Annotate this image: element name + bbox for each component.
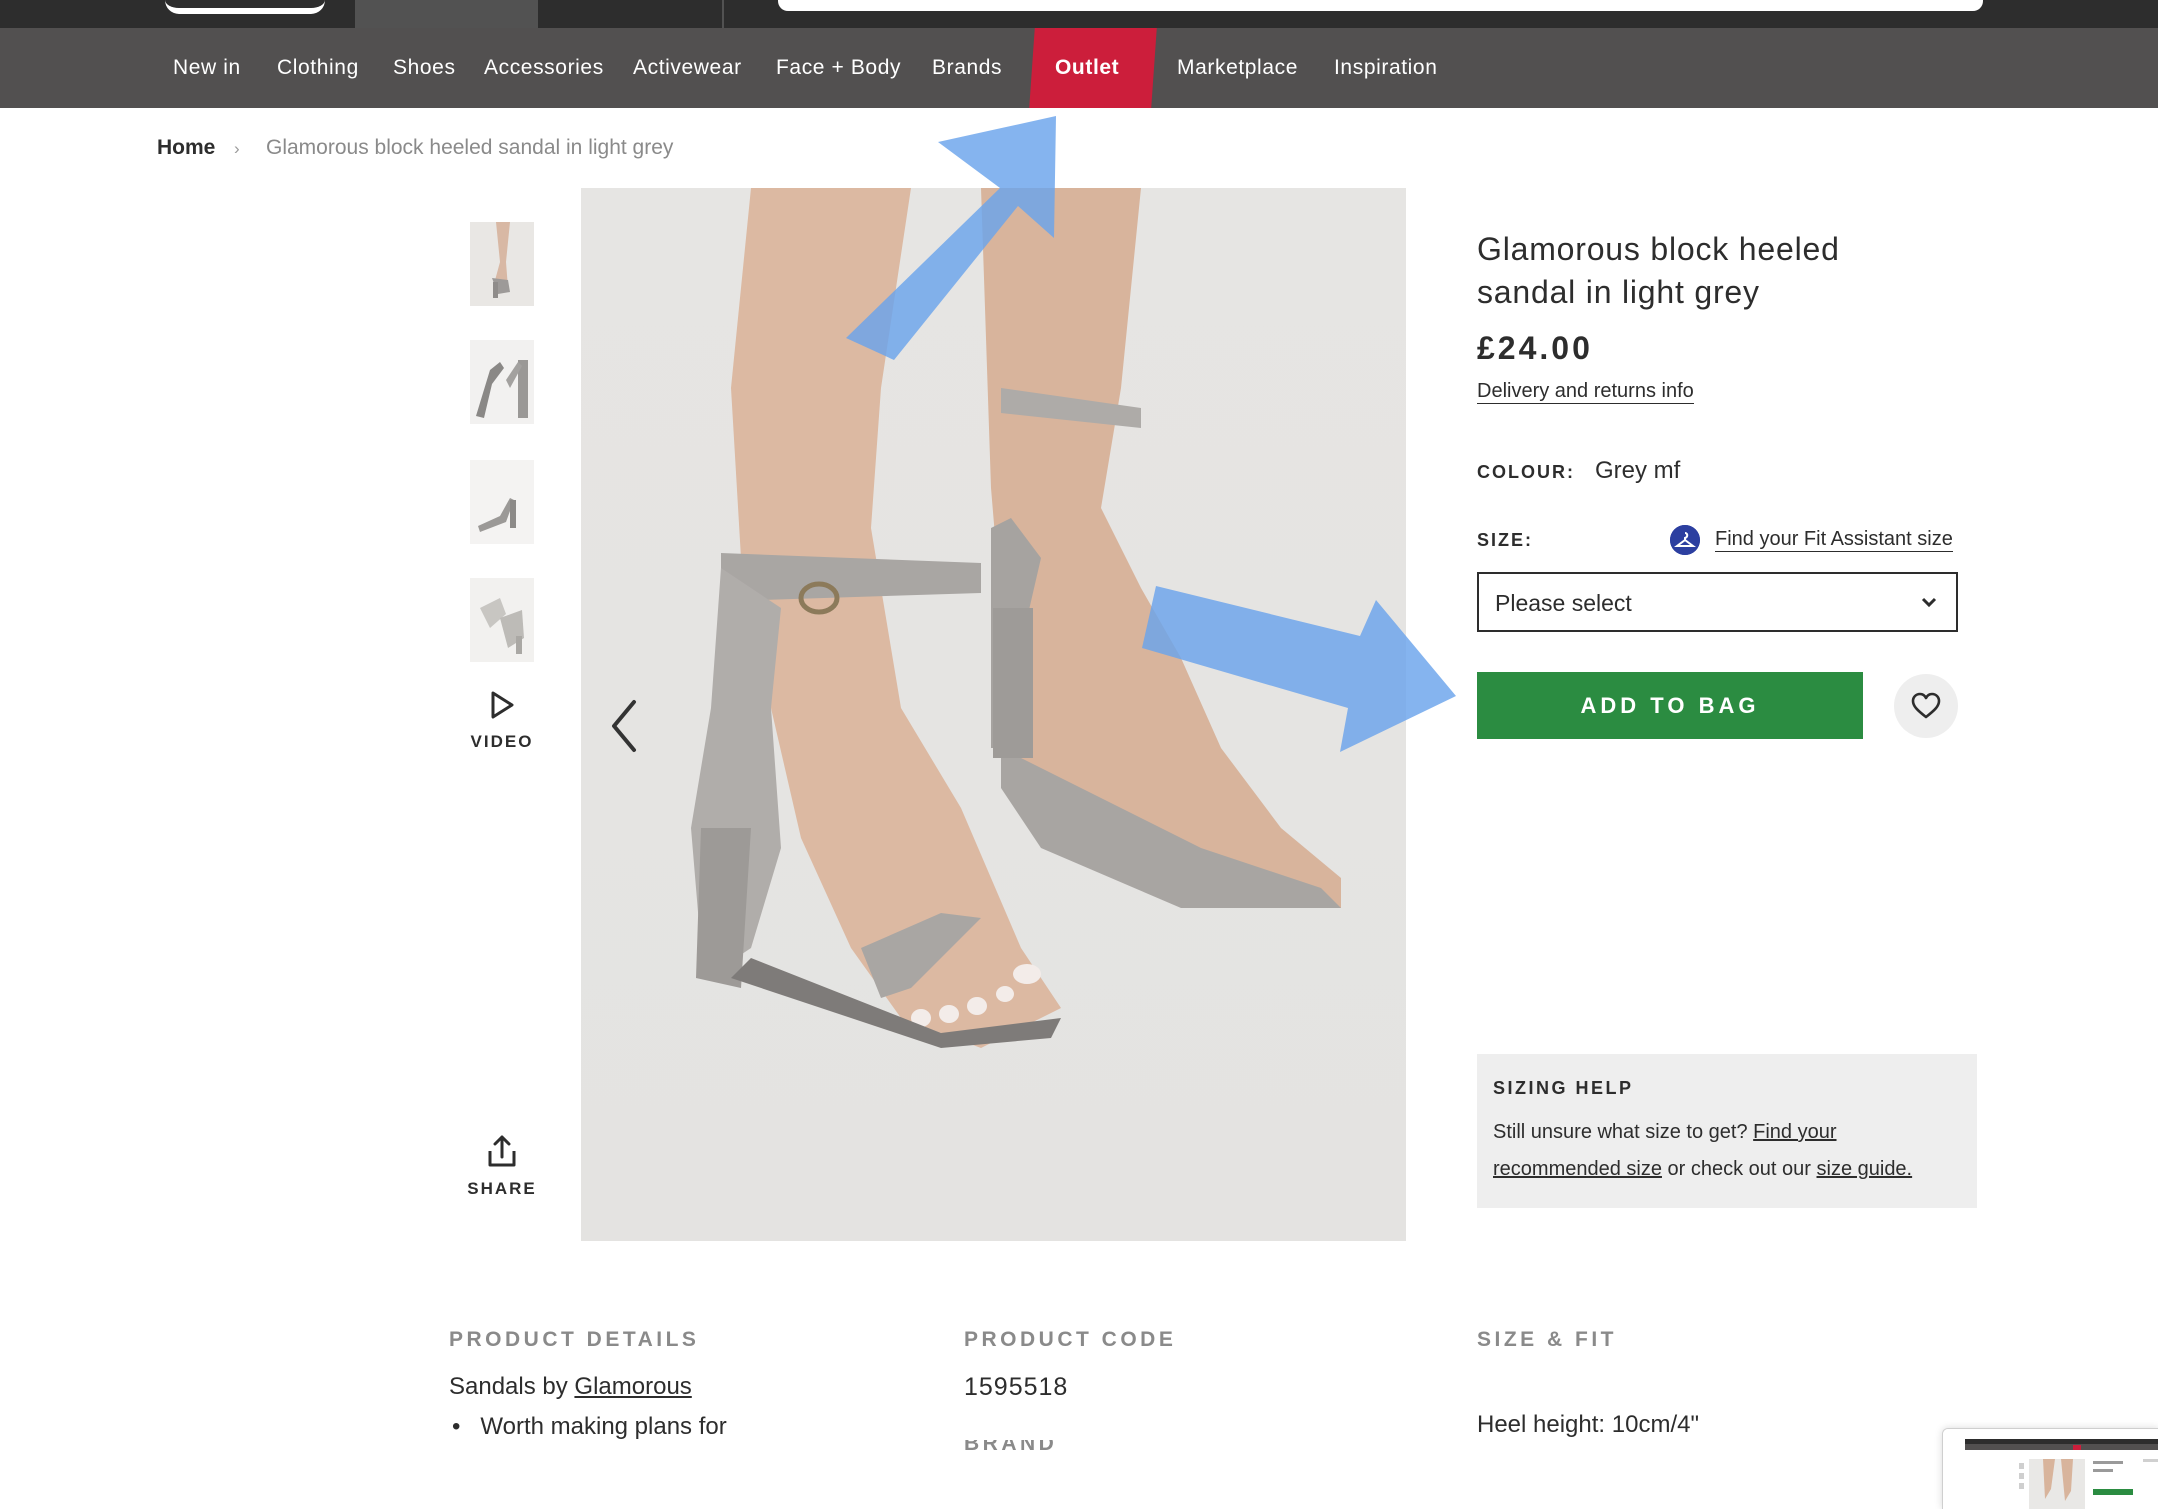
- size-guide-link[interactable]: size guide.: [1817, 1158, 1913, 1180]
- heart-icon: [1911, 692, 1941, 719]
- sizing-help-text-2: or check out our: [1661, 1158, 1817, 1180]
- heel-height-text: Heel height: 10cm/4": [1477, 1411, 1699, 1438]
- breadcrumb-current: Glamorous block heeled sandal in light g…: [266, 136, 674, 159]
- share-label: SHARE: [467, 1179, 537, 1198]
- product-price: £24.00: [1477, 330, 1593, 366]
- detail-bullet: • Worth making plans for: [452, 1413, 727, 1441]
- fit-assistant-icon[interactable]: [1670, 525, 1700, 555]
- video-label: VIDEO: [470, 732, 534, 751]
- breadcrumb-home[interactable]: Home: [157, 136, 215, 160]
- product-title-line-2: sandal in light grey: [1477, 274, 1760, 310]
- nav-item-outlet[interactable]: Outlet: [1055, 28, 1119, 108]
- product-title: Glamorous block heeled sandal in light g…: [1477, 228, 1897, 314]
- brand-heading: BRAND: [964, 1440, 1074, 1450]
- thumbnail-1[interactable]: [470, 222, 534, 306]
- previous-image-button[interactable]: [604, 696, 644, 756]
- nav-item-brands[interactable]: Brands: [932, 28, 1002, 108]
- size-select-value: Please select: [1495, 590, 1632, 616]
- header-divider: [722, 0, 724, 28]
- sizing-help-panel: SIZING HELP Still unsure what size to ge…: [1477, 1054, 1977, 1208]
- sandal-profile-image: [470, 460, 534, 544]
- sandals-by-text: Sandals by Glamorous: [449, 1373, 692, 1401]
- asos-logo[interactable]: [150, 0, 355, 14]
- sizing-help-heading: SIZING HELP: [1493, 1078, 1634, 1098]
- main-product-image: [581, 188, 1406, 1241]
- breadcrumb-separator-icon: ›: [234, 139, 240, 158]
- hanger-icon: [1670, 525, 1700, 555]
- nav-item-marketplace[interactable]: Marketplace: [1177, 28, 1298, 108]
- gender-tab[interactable]: [355, 0, 538, 28]
- video-button[interactable]: VIDEO: [455, 690, 549, 752]
- search-input[interactable]: [778, 0, 1983, 11]
- thumbnail-3[interactable]: [470, 460, 534, 544]
- product-code-heading: PRODUCT CODE: [964, 1328, 1177, 1351]
- thumbnail-4[interactable]: [470, 578, 534, 662]
- size-fit-heading: SIZE & FIT: [1477, 1328, 1617, 1351]
- product-code-value: 1595518: [964, 1373, 1069, 1401]
- thumbnail-2[interactable]: [470, 340, 534, 424]
- logo-mark: [165, 0, 325, 14]
- nav-item-clothing[interactable]: Clothing: [277, 28, 359, 108]
- save-for-later-button[interactable]: [1894, 674, 1958, 738]
- colour-value: Grey mf: [1595, 457, 1681, 484]
- share-icon: [488, 1135, 516, 1167]
- colour-label: COLOUR:: [1477, 462, 1575, 482]
- screen-preview-thumbnail[interactable]: [1942, 1428, 2158, 1509]
- size-select[interactable]: Please select: [1477, 572, 1958, 632]
- sandal-side-image: [470, 340, 534, 424]
- share-button[interactable]: SHARE: [455, 1133, 549, 1199]
- delivery-returns-link[interactable]: Delivery and returns info: [1477, 380, 1694, 404]
- sandal-top-image: [470, 578, 534, 662]
- size-label: SIZE:: [1477, 530, 1534, 550]
- nav-item-face-body[interactable]: Face + Body: [776, 28, 901, 108]
- preview-image: [1943, 1429, 2158, 1509]
- sizing-help-text-1: Still unsure what size to get?: [1493, 1121, 1754, 1143]
- bullet-dot: •: [452, 1413, 461, 1440]
- bullet-text: Worth making plans for: [480, 1413, 727, 1440]
- nav-item-new-in[interactable]: New in: [173, 28, 241, 108]
- brand-heading-cut: BRAND: [964, 1440, 1074, 1450]
- product-details-heading: PRODUCT DETAILS: [449, 1328, 700, 1351]
- product-title-line-1: Glamorous block heeled: [1477, 231, 1840, 267]
- chevron-down-icon: [1921, 597, 1937, 608]
- nav-item-inspiration[interactable]: Inspiration: [1334, 28, 1438, 108]
- sandal-pair-image: [470, 222, 534, 306]
- product-photo: [581, 188, 1406, 1241]
- nav-item-activewear[interactable]: Activewear: [633, 28, 742, 108]
- add-to-bag-button[interactable]: ADD TO BAG: [1477, 672, 1863, 739]
- sizing-help-text: Still unsure what size to get? Find your…: [1493, 1114, 1963, 1188]
- chevron-left-icon: [612, 700, 636, 752]
- brand-link[interactable]: Glamorous: [574, 1373, 691, 1400]
- nav-item-shoes[interactable]: Shoes: [393, 28, 456, 108]
- fit-assistant-link[interactable]: Find your Fit Assistant size: [1715, 528, 1953, 552]
- sandals-by-label: Sandals by: [449, 1373, 575, 1400]
- play-icon: [491, 691, 514, 719]
- nav-item-accessories[interactable]: Accessories: [484, 28, 604, 108]
